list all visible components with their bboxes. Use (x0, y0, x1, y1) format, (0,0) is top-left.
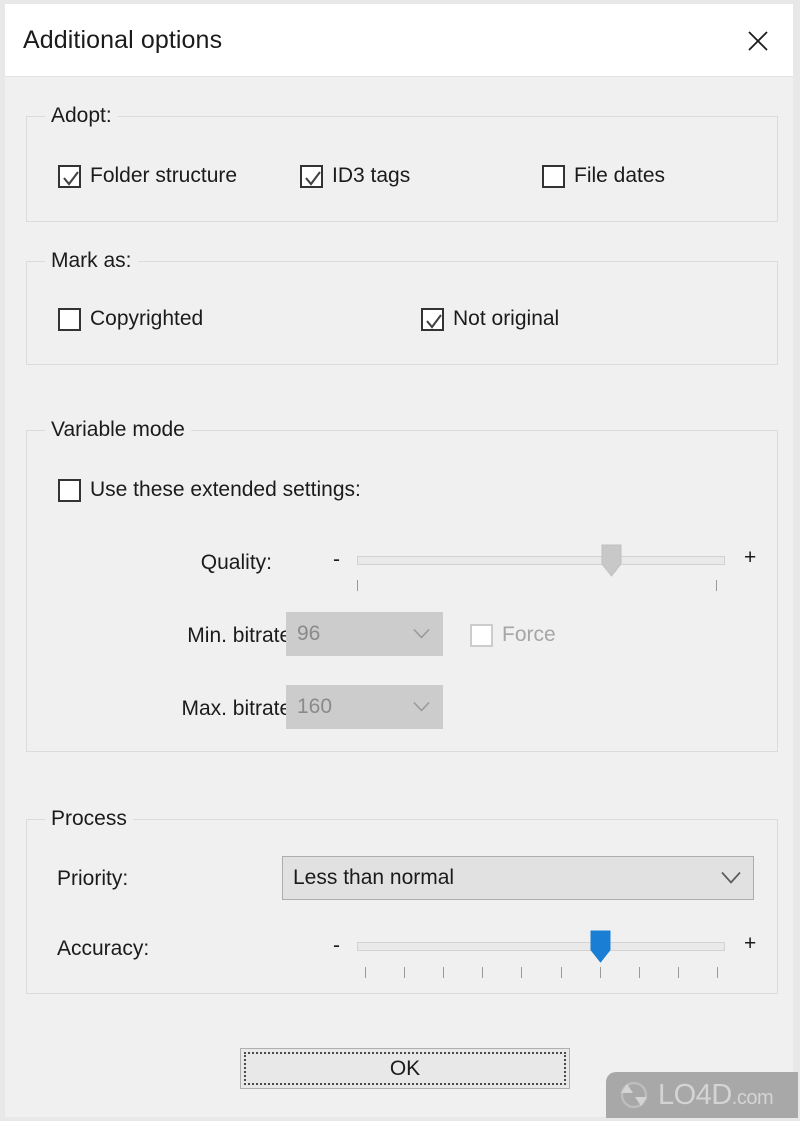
tick (600, 967, 601, 978)
group-mark-as: Mark as: Copyrighted Not original (26, 249, 778, 365)
tick (521, 967, 522, 978)
accuracy-slider-track[interactable] (357, 942, 725, 951)
checkbox-label: File dates (574, 164, 666, 187)
group-adopt-title: Adopt: (45, 104, 118, 128)
checkbox-box (542, 164, 565, 188)
close-button[interactable] (735, 18, 781, 62)
max-bitrate-value: 160 (297, 695, 333, 718)
checkbox-box (470, 623, 493, 647)
quality-slider-track[interactable] (357, 556, 725, 565)
group-adopt: Adopt: Folder structure ID3 tags File da… (26, 104, 778, 222)
quality-slider-thumb[interactable] (601, 544, 622, 582)
checkbox-label: Copyrighted (90, 307, 204, 330)
dialog-window: Additional options Adopt: Folder structu… (0, 0, 800, 1121)
accuracy-label: Accuracy: (57, 937, 150, 960)
max-bitrate-label: Max. bitrate: (181, 697, 297, 720)
page-title: Additional options (23, 26, 223, 54)
checkbox-file-dates[interactable]: File dates (542, 164, 665, 188)
max-bitrate-select[interactable]: 160 (286, 685, 443, 729)
checkbox-folder-structure[interactable]: Folder structure (58, 164, 237, 188)
chevron-down-icon (413, 701, 430, 713)
quality-slider-minus-label: - (333, 548, 340, 571)
tick (716, 580, 717, 591)
checkbox-box (421, 307, 444, 331)
tick (365, 967, 366, 978)
priority-select[interactable]: Less than normal (282, 856, 754, 900)
tick (678, 967, 679, 978)
accuracy-slider-plus-label: + (744, 932, 757, 955)
checkbox-box (58, 164, 81, 188)
tick (443, 967, 444, 978)
checkbox-label: Use these extended settings: (90, 478, 361, 501)
min-bitrate-label: Min. bitrate: (187, 624, 297, 647)
tick (639, 967, 640, 978)
ok-button[interactable]: OK (240, 1048, 570, 1089)
min-bitrate-select[interactable]: 96 (286, 612, 443, 656)
checkbox-box (58, 478, 81, 502)
quality-slider-plus-label: + (744, 546, 757, 569)
quality-label: Quality: (200, 551, 272, 574)
chevron-down-icon (721, 871, 741, 885)
close-x-icon (735, 30, 781, 52)
group-process: Process Priority: Less than normal Accur… (26, 807, 778, 994)
checkbox-force[interactable]: Force (470, 623, 556, 647)
checkbox-id3-tags[interactable]: ID3 tags (300, 164, 410, 188)
refresh-circle-arrows-icon (614, 1076, 654, 1114)
checkbox-label: ID3 tags (332, 164, 411, 187)
watermark-text: LO4D.com (658, 1078, 774, 1112)
checkbox-box (58, 307, 81, 331)
watermark-suffix: .com (731, 1086, 774, 1109)
checkbox-label: Not original (453, 307, 560, 330)
checkbox-label: Folder structure (90, 164, 238, 187)
tick (561, 967, 562, 978)
tick (404, 967, 405, 978)
title-bar: Additional options (5, 4, 793, 77)
accuracy-slider-minus-label: - (333, 934, 340, 957)
checkbox-box (300, 164, 323, 188)
checkbox-not-original[interactable]: Not original (421, 307, 559, 331)
group-mark-as-title: Mark as: (45, 249, 138, 273)
priority-value: Less than normal (293, 866, 455, 889)
tick (357, 580, 358, 591)
tick (482, 967, 483, 978)
min-bitrate-value: 96 (297, 622, 321, 645)
watermark-brand: LO4D (658, 1078, 732, 1111)
priority-label: Priority: (57, 867, 129, 890)
group-process-title: Process (45, 807, 133, 831)
watermark: LO4D.com (606, 1072, 798, 1118)
tick (717, 967, 718, 978)
chevron-down-icon (413, 628, 430, 640)
quality-slider[interactable]: - + (312, 543, 762, 593)
group-variable-mode-title: Variable mode (45, 418, 191, 442)
checkbox-use-extended-settings[interactable]: Use these extended settings: (58, 478, 361, 502)
checkbox-label: Force (502, 623, 556, 646)
accuracy-slider-thumb[interactable] (590, 930, 611, 968)
ok-button-label: OK (389, 1056, 421, 1080)
group-variable-mode: Variable mode Use these extended setting… (26, 418, 778, 752)
checkbox-copyrighted[interactable]: Copyrighted (58, 307, 203, 331)
accuracy-slider[interactable]: - + (312, 917, 762, 978)
